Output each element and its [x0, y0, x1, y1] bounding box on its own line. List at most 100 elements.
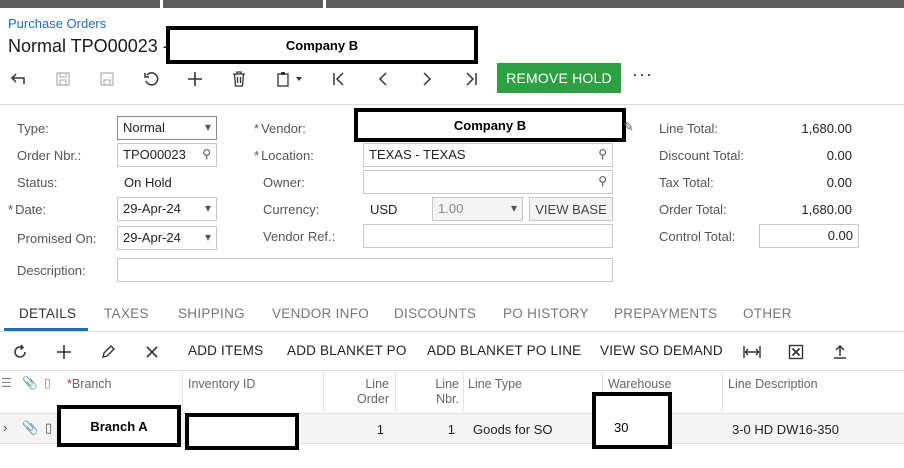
delete-row-icon[interactable]: [140, 340, 164, 364]
currency-rate-field[interactable]: 1.00 ▾: [432, 197, 523, 221]
discount-total-label: Discount Total:: [659, 148, 745, 163]
date-value: 29-Apr-24: [123, 201, 181, 216]
control-total-field[interactable]: 0.00: [759, 224, 859, 248]
cell-inventory-id[interactable]: [185, 413, 299, 450]
column-warehouse[interactable]: Warehouse: [608, 377, 671, 392]
required-asterisk: *: [254, 148, 260, 163]
type-select[interactable]: Normal ▾: [117, 116, 217, 140]
currency-rate-value: 1.00: [438, 201, 464, 216]
date-field[interactable]: 29-Apr-24 ▾: [117, 197, 217, 221]
undo-arrow-icon[interactable]: [6, 66, 32, 92]
promised-on-field[interactable]: 29-Apr-24 ▾: [117, 226, 217, 250]
add-items-button[interactable]: ADD ITEMS: [188, 343, 263, 358]
column-line-type[interactable]: Line Type: [468, 377, 522, 392]
order-nbr-field[interactable]: TPO00023 ⚲: [117, 143, 217, 167]
status-label: Status:: [17, 175, 58, 190]
date-label-text: Date:: [15, 202, 47, 217]
row-expand-icon[interactable]: ›: [3, 420, 7, 435]
date-label: * Date:: [8, 202, 46, 217]
column-line-order-line1: Line: [365, 377, 389, 391]
vendor-field-redacted-text: Company B: [453, 117, 527, 133]
description-label: Description:: [17, 263, 86, 278]
row-attachment-icon[interactable]: 📎: [22, 420, 38, 436]
search-icon[interactable]: ⚲: [202, 147, 211, 161]
location-field[interactable]: TEXAS - TEXAS ⚲: [363, 143, 613, 167]
promised-on-label: Promised On:: [17, 231, 97, 246]
active-tab-indicator: [4, 328, 88, 331]
view-base-button[interactable]: VIEW BASE: [529, 197, 613, 221]
cancel-changes-icon[interactable]: [138, 66, 164, 92]
cell-line-order[interactable]: 1: [324, 422, 384, 437]
tab-vendor-info[interactable]: VENDOR INFO: [272, 306, 369, 321]
tab-taxes[interactable]: TAXES: [104, 306, 149, 321]
column-branch[interactable]: *Branch: [67, 377, 111, 392]
column-line-nbr-line2: Nbr.: [436, 392, 459, 406]
last-record-icon[interactable]: [458, 66, 484, 92]
line-total-label: Line Total:: [659, 121, 719, 136]
cell-branch-text: Branch A: [90, 418, 148, 434]
vendor-label: * Vendor:: [254, 121, 306, 136]
upload-icon[interactable]: [828, 340, 852, 364]
column-line-nbr-line1: Line: [435, 377, 459, 391]
copy-paste-icon[interactable]: [270, 66, 312, 92]
owner-label: Owner:: [263, 175, 305, 190]
remove-hold-button[interactable]: REMOVE HOLD: [497, 63, 621, 93]
tab-po-history[interactable]: PO HISTORY: [503, 306, 589, 321]
tab-shipping[interactable]: SHIPPING: [178, 306, 245, 321]
column-inventory-id[interactable]: Inventory ID: [188, 377, 255, 392]
cell-line-description[interactable]: 3-0 HD DW16-350: [732, 422, 839, 437]
dropdown-arrow-icon: ▾: [204, 201, 211, 215]
owner-field[interactable]: ⚲: [363, 170, 613, 194]
column-line-order[interactable]: Line Order: [324, 377, 389, 407]
tax-total-label: Tax Total:: [659, 175, 714, 190]
refresh-icon[interactable]: [8, 340, 32, 364]
breadcrumb[interactable]: Purchase Orders: [8, 16, 106, 31]
vendor-label-text: Vendor:: [261, 121, 306, 136]
description-field[interactable]: [117, 258, 613, 282]
row-note-icon[interactable]: ▯: [45, 420, 52, 436]
add-blanket-po-button[interactable]: ADD BLANKET PO: [287, 343, 407, 358]
column-line-nbr[interactable]: Line Nbr.: [396, 377, 459, 407]
location-label-text: Location:: [261, 148, 314, 163]
add-icon[interactable]: [182, 66, 208, 92]
save-close-icon[interactable]: [94, 66, 120, 92]
column-line-description[interactable]: Line Description: [728, 377, 818, 392]
promised-on-value: 29-Apr-24: [123, 230, 181, 245]
previous-record-icon[interactable]: [370, 66, 396, 92]
tab-details[interactable]: DETAILS: [19, 306, 76, 321]
search-icon[interactable]: ⚲: [598, 147, 607, 161]
search-icon[interactable]: ⚲: [598, 174, 607, 188]
required-asterisk: *: [254, 121, 260, 136]
type-label: Type:: [17, 121, 49, 136]
line-total-value: 1,680.00: [801, 121, 852, 136]
delete-icon[interactable]: [226, 66, 252, 92]
tab-other[interactable]: OTHER: [743, 306, 792, 321]
dropdown-arrow-icon: ▾: [510, 201, 517, 215]
cell-warehouse[interactable]: 30: [592, 392, 672, 449]
column-line-order-line2: Order: [357, 392, 389, 406]
vendor-ref-field[interactable]: [363, 224, 613, 248]
vendor-field-redaction[interactable]: Company B: [354, 108, 626, 142]
cell-warehouse-text: 30: [614, 420, 629, 435]
more-actions-icon[interactable]: ···: [632, 64, 653, 85]
view-so-demand-button[interactable]: VIEW SO DEMAND: [600, 343, 723, 358]
add-blanket-po-line-button[interactable]: ADD BLANKET PO LINE: [427, 343, 581, 358]
first-record-icon[interactable]: [326, 66, 352, 92]
edit-vendor-icon[interactable]: ✎: [623, 119, 634, 135]
export-excel-icon[interactable]: [784, 340, 808, 364]
fit-columns-icon[interactable]: [740, 340, 764, 364]
edit-row-icon[interactable]: [96, 340, 120, 364]
tab-prepayments[interactable]: PREPAYMENTS: [614, 306, 717, 321]
cell-line-type[interactable]: Goods for SO: [473, 422, 552, 437]
next-record-icon[interactable]: [414, 66, 440, 92]
save-icon[interactable]: [50, 66, 76, 92]
cell-branch[interactable]: Branch A: [57, 405, 181, 447]
order-nbr-label: Order Nbr.:: [17, 148, 82, 163]
cell-line-nbr[interactable]: 1: [396, 422, 455, 437]
column-separator: [182, 371, 183, 415]
tax-total-value: 0.00: [826, 175, 852, 190]
tab-discounts[interactable]: DISCOUNTS: [394, 306, 476, 321]
location-value: TEXAS - TEXAS: [369, 147, 466, 162]
grid-toolbar: ADD ITEMS ADD BLANKET PO ADD BLANKET PO …: [0, 336, 904, 366]
add-row-icon[interactable]: [52, 340, 76, 364]
